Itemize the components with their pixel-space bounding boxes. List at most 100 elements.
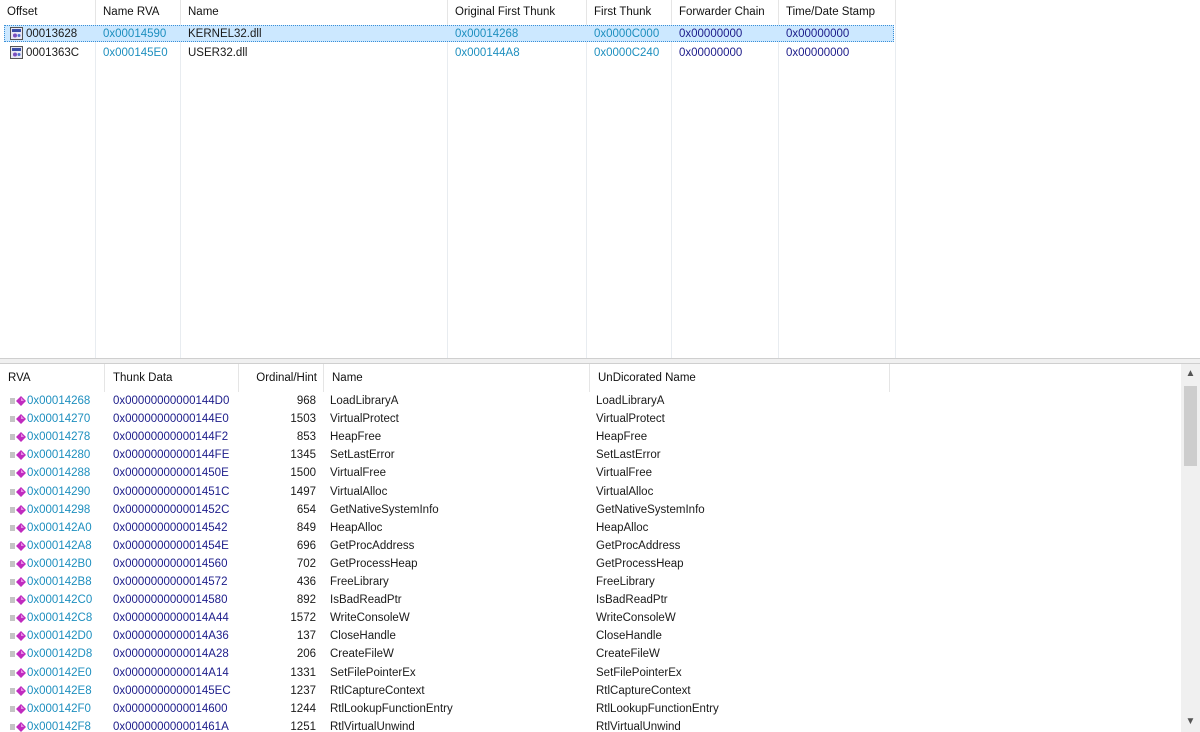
column-header-offset[interactable]: Offset [0, 0, 96, 24]
import-function-icon [10, 721, 26, 732]
function-row[interactable]: 0x000142B8 0x0000000000014572 436 FreeLibra… [0, 573, 1180, 591]
cell-undecorated-name: RtlLookupFunctionEntry [596, 702, 719, 715]
import-function-icon [10, 685, 26, 696]
cell-ordinal-hint: 1497 [290, 485, 316, 498]
function-row[interactable]: 0x000142B0 0x0000000000014560 702 GetProces… [0, 555, 1180, 573]
cell-rva: 0x00014290 [27, 485, 91, 498]
cell-ordinal-hint: 1345 [290, 449, 316, 462]
scrollbar-thumb[interactable] [1184, 386, 1197, 466]
cell-forwarder-chain: 0x00000000 [679, 28, 743, 40]
cell-undecorated-name: VirtualAlloc [596, 485, 654, 498]
cell-ordinal-hint: 206 [296, 648, 316, 661]
cell-function-name: GetProcessHeap [330, 557, 418, 570]
column-header-undecorated-name[interactable]: UnDicorated Name [590, 364, 890, 392]
function-row[interactable]: 0x000142A0 0x0000000000014542 849 HeapAlloc… [0, 519, 1180, 537]
column-divider [895, 24, 896, 358]
cell-undecorated-name: GetProcAddress [596, 539, 681, 552]
import-function-icon [10, 595, 26, 606]
cell-rva: 0x000142A0 [27, 521, 92, 534]
column-header-rva[interactable]: RVA [0, 364, 105, 392]
cell-dll-name: KERNEL32.dll [188, 28, 262, 40]
chevron-up-icon[interactable]: ▲ [1181, 364, 1200, 384]
function-row[interactable]: 0x000142C0 0x0000000000014580 892 IsBadRead… [0, 591, 1180, 609]
cell-thunk-data: 0x00000000000144D0 [113, 395, 230, 407]
cell-rva: 0x000142A8 [27, 539, 92, 552]
column-header-first-thunk[interactable]: First Thunk [587, 0, 672, 24]
column-divider [778, 24, 779, 358]
cell-thunk-data: 0x0000000000014A28 [113, 648, 229, 661]
column-header-function-name[interactable]: Name [324, 364, 590, 392]
cell-thunk-data: 0x0000000000014600 [113, 702, 228, 715]
cell-original-first-thunk: 0x000144A8 [455, 47, 520, 59]
cell-rva: 0x000142D0 [27, 630, 93, 643]
function-row[interactable]: 0x00014290 0x000000000001451C 1497 VirtualA… [0, 483, 1180, 501]
import-row[interactable]: 0001363C 0x000145E0 USER32.dll 0x000144A8 0x… [0, 44, 896, 62]
function-row[interactable]: 0x00014270 0x00000000000144E0 1503 VirtualP… [0, 410, 1180, 428]
function-row[interactable]: 0x000142E0 0x0000000000014A14 1331 SetFileP… [0, 664, 1180, 682]
column-header-name[interactable]: Name [181, 0, 448, 24]
function-row[interactable]: 0x000142C8 0x0000000000014A44 1572 WriteCon… [0, 609, 1180, 627]
cell-ordinal-hint: 654 [296, 503, 316, 516]
cell-undecorated-name: RtlCaptureContext [596, 684, 691, 697]
cell-rva: 0x000142D8 [27, 648, 93, 661]
cell-first-thunk: 0x0000C000 [594, 28, 660, 40]
import-table-header: Offset Name RVA Name Original First Thun… [0, 0, 1200, 24]
cell-thunk-data: 0x00000000000144F2 [113, 431, 229, 444]
import-function-icon [10, 504, 26, 515]
cell-rva: 0x000142C8 [27, 612, 93, 625]
cell-rva: 0x00014288 [27, 467, 91, 480]
cell-thunk-data: 0x0000000000014572 [113, 576, 228, 588]
column-header-ordinal-hint[interactable]: Ordinal/Hint [239, 364, 324, 392]
cell-rva: 0x000142C0 [27, 594, 93, 607]
function-row[interactable]: 0x000142D8 0x0000000000014A28 206 CreateFil… [0, 645, 1180, 663]
cell-offset: 00013628 [26, 28, 78, 40]
cell-rva: 0x00014268 [27, 395, 91, 407]
cell-function-name: VirtualAlloc [330, 485, 388, 498]
function-row[interactable]: 0x000142F0 0x0000000000014600 1244 RtlLooku… [0, 700, 1180, 718]
column-divider [95, 24, 96, 358]
column-header-time-date-stamp[interactable]: Time/Date Stamp [779, 0, 896, 24]
function-row[interactable]: 0x00014298 0x000000000001452C 654 GetNative… [0, 501, 1180, 519]
column-header-thunk-data[interactable]: Thunk Data [105, 364, 239, 392]
cell-undecorated-name: SetFilePointerEx [596, 666, 682, 679]
import-function-icon [10, 558, 26, 569]
function-row[interactable]: 0x000142F8 0x000000000001461A 1251 RtlVirtu… [0, 718, 1180, 732]
cell-rva: 0x000142F8 [27, 720, 91, 732]
column-header-forwarder-chain[interactable]: Forwarder Chain [672, 0, 779, 24]
cell-undecorated-name: FreeLibrary [596, 576, 655, 588]
column-header-original-first-thunk[interactable]: Original First Thunk [448, 0, 587, 24]
cell-undecorated-name: VirtualFree [596, 467, 653, 480]
import-function-icon [10, 649, 26, 660]
cell-function-name: GetNativeSystemInfo [330, 503, 439, 516]
cell-ordinal-hint: 1251 [290, 720, 316, 732]
cell-rva: 0x00014270 [27, 413, 91, 426]
cell-time-date-stamp: 0x00000000 [786, 28, 850, 40]
cell-function-name: HeapAlloc [330, 521, 383, 534]
cell-dll-name: USER32.dll [188, 47, 248, 59]
function-row[interactable]: 0x00014278 0x00000000000144F2 853 HeapFree H… [0, 428, 1180, 446]
import-row[interactable]: 00013628 0x00014590 KERNEL32.dll 0x00014268… [0, 25, 896, 43]
function-row[interactable]: 0x000142E8 0x00000000000145EC 1237 RtlCaptu… [0, 682, 1180, 700]
chevron-down-icon[interactable]: ▼ [1181, 712, 1200, 732]
cell-rva: 0x000142E0 [27, 666, 92, 679]
vertical-scrollbar[interactable]: ▲ ▼ [1181, 364, 1200, 732]
function-row[interactable]: 0x00014268 0x00000000000144D0 968 LoadLibra… [0, 392, 1180, 410]
cell-undecorated-name: GetProcessHeap [596, 557, 684, 570]
column-header-name-rva[interactable]: Name RVA [96, 0, 181, 24]
cell-function-name: IsBadReadPtr [330, 594, 402, 607]
import-function-icon [10, 703, 26, 714]
cell-function-name: VirtualProtect [330, 413, 399, 426]
import-function-icon [10, 540, 26, 551]
function-row[interactable]: 0x00014280 0x00000000000144FE 1345 SetLastE… [0, 446, 1180, 464]
cell-thunk-data: 0x000000000001450E [113, 467, 229, 480]
cell-thunk-data: 0x0000000000014A44 [113, 612, 229, 625]
function-row[interactable]: 0x000142A8 0x000000000001454E 696 GetProcAd… [0, 537, 1180, 555]
cell-thunk-data: 0x000000000001452C [113, 503, 230, 516]
cell-ordinal-hint: 968 [296, 395, 316, 407]
cell-undecorated-name: IsBadReadPtr [596, 594, 668, 607]
function-row[interactable]: 0x000142D0 0x0000000000014A36 137 CloseHand… [0, 627, 1180, 645]
cell-function-name: WriteConsoleW [330, 612, 410, 625]
cell-undecorated-name: CloseHandle [596, 630, 662, 643]
cell-ordinal-hint: 1500 [290, 467, 316, 480]
function-row[interactable]: 0x00014288 0x000000000001450E 1500 VirtualF… [0, 464, 1180, 482]
